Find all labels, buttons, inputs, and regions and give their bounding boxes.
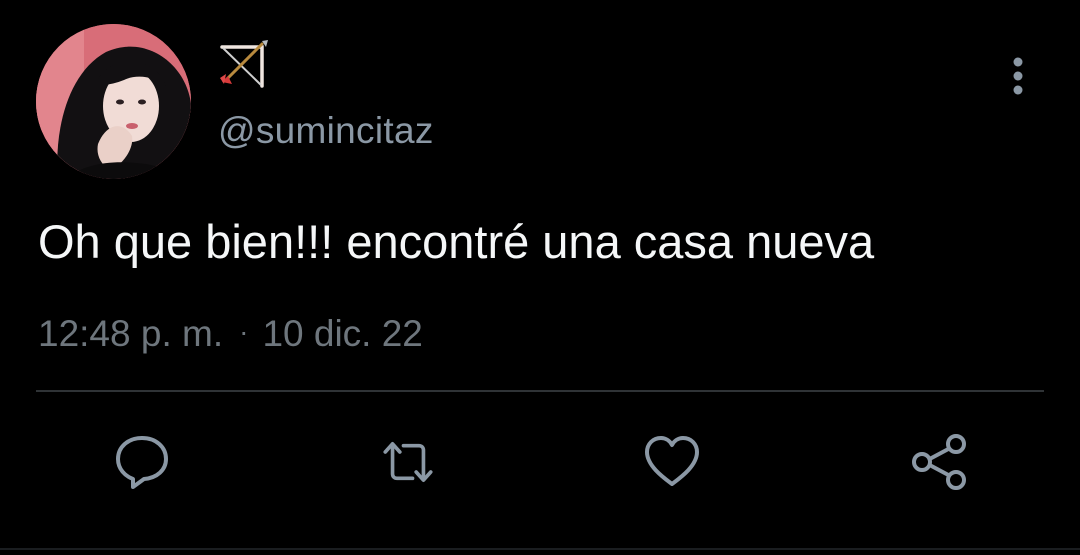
bow-and-arrow-emoji [220,40,268,88]
display-name[interactable] [218,38,270,88]
bottom-divider [0,548,1080,550]
reply-button[interactable] [112,432,172,492]
retweet-button[interactable] [378,432,438,492]
tweet-time: 12:48 p. m. [38,313,224,354]
more-options-button[interactable] [998,54,1038,98]
tweet-timestamp[interactable]: 12:48 p. m. · 10 dic. 22 [38,313,423,355]
vertical-ellipsis-icon [1013,57,1023,95]
like-button[interactable] [642,432,702,492]
divider [36,390,1044,392]
meta-separator: · [239,316,249,347]
tweet-card: @sumincitaz Oh que bien!!! encontré una … [0,0,1080,555]
tweet-text: Oh que bien!!! encontré una casa nueva [38,215,875,268]
avatar-image [36,24,191,179]
author-handle[interactable]: @sumincitaz [218,110,434,152]
heart-icon [645,436,699,486]
share-icon [912,434,966,490]
avatar[interactable] [36,24,191,179]
retweet-icon [383,442,433,482]
reply-icon [116,436,168,489]
tweet-date: 10 dic. 22 [262,313,423,354]
share-button[interactable] [910,432,970,492]
